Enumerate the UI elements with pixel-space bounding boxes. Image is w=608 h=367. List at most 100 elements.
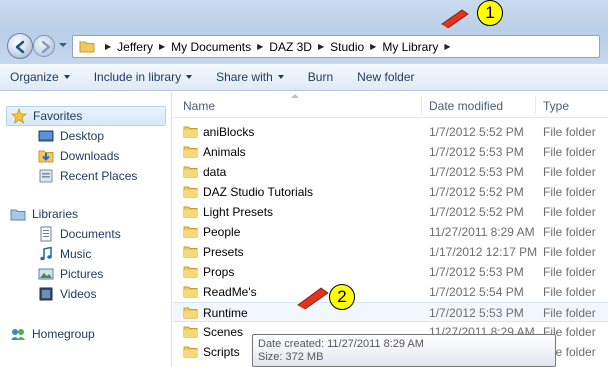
share-label: Share with bbox=[216, 70, 273, 84]
chevron-right-icon[interactable]: ▶ bbox=[159, 42, 165, 51]
folder-icon bbox=[183, 166, 198, 178]
command-bar: Organize Include in library Share with B… bbox=[0, 64, 608, 91]
nav-videos-label: Videos bbox=[60, 287, 97, 301]
navigation-pane: Favorites Desktop Downloads Recent Place… bbox=[0, 92, 172, 367]
share-with-button[interactable]: Share with bbox=[216, 70, 284, 84]
folder-icon bbox=[183, 307, 198, 319]
breadcrumb-daz-3d[interactable]: DAZ 3D bbox=[269, 40, 312, 54]
sort-ascending-icon bbox=[291, 94, 299, 98]
caret-down-icon bbox=[277, 75, 284, 79]
recent-pages-dropdown[interactable] bbox=[59, 43, 67, 47]
arrow-right-icon bbox=[41, 40, 51, 54]
downloads-icon bbox=[38, 150, 54, 163]
file-name: Animals bbox=[203, 145, 246, 159]
new-folder-label: New folder bbox=[357, 70, 415, 84]
burn-label: Burn bbox=[307, 70, 334, 84]
nav-homegroup-label: Homegroup bbox=[32, 327, 95, 341]
nav-libraries[interactable]: Libraries bbox=[10, 204, 78, 224]
folder-icon bbox=[183, 126, 198, 138]
nav-homegroup[interactable]: Homegroup bbox=[10, 324, 95, 344]
window-titlebar: ▶ Jeffery ▶ My Documents ▶ DAZ 3D ▶ Stud… bbox=[0, 0, 608, 64]
chevron-right-icon[interactable]: ▶ bbox=[444, 42, 450, 51]
nav-music[interactable]: Music bbox=[38, 244, 91, 264]
address-bar[interactable]: ▶ Jeffery ▶ My Documents ▶ DAZ 3D ▶ Stud… bbox=[72, 35, 600, 58]
column-divider[interactable] bbox=[421, 96, 422, 114]
nav-desktop[interactable]: Desktop bbox=[38, 126, 104, 146]
file-name: People bbox=[203, 225, 241, 239]
file-row[interactable]: Light Presets 1/7/2012 5:52 PM File folder bbox=[173, 202, 608, 222]
file-date-modified: 1/17/2012 12:17 PM bbox=[429, 245, 538, 259]
nav-libraries-label: Libraries bbox=[32, 207, 79, 221]
chevron-right-icon[interactable]: ▶ bbox=[105, 42, 111, 51]
folder-icon bbox=[183, 266, 198, 278]
burn-button[interactable]: Burn bbox=[308, 70, 333, 84]
file-type: File folder bbox=[543, 245, 596, 259]
pictures-icon bbox=[38, 268, 54, 280]
pencil-icon bbox=[297, 287, 329, 309]
file-row[interactable]: data 1/7/2012 5:53 PM File folder bbox=[173, 162, 608, 182]
libraries-icon bbox=[10, 209, 26, 221]
back-button[interactable] bbox=[7, 33, 33, 59]
callout-2: 2 bbox=[329, 284, 355, 310]
folder-icon bbox=[183, 346, 198, 358]
music-icon bbox=[40, 246, 52, 261]
include-label: Include in library bbox=[93, 70, 182, 84]
file-name: Light Presets bbox=[203, 205, 274, 219]
file-row[interactable]: ReadMe's 1/7/2012 5:54 PM File folder bbox=[173, 282, 608, 302]
chevron-right-icon[interactable]: ▶ bbox=[257, 42, 263, 51]
breadcrumb-my-library[interactable]: My Library bbox=[382, 40, 438, 54]
caret-down-icon bbox=[186, 75, 193, 79]
nav-recent-label: Recent Places bbox=[60, 169, 138, 183]
file-type: File folder bbox=[543, 165, 596, 179]
file-row[interactable]: Presets 1/17/2012 12:17 PM File folder bbox=[173, 242, 608, 262]
nav-recent-places[interactable]: Recent Places bbox=[38, 166, 137, 186]
tooltip-size: Size: 372 MB bbox=[258, 351, 324, 363]
breadcrumb-studio[interactable]: Studio bbox=[330, 40, 364, 54]
file-name: Props bbox=[203, 265, 235, 279]
breadcrumb-jeffery[interactable]: Jeffery bbox=[117, 40, 153, 54]
file-date-modified: 1/7/2012 5:53 PM bbox=[429, 265, 524, 279]
organize-button[interactable]: Organize bbox=[10, 70, 70, 84]
file-row[interactable]: DAZ Studio Tutorials 1/7/2012 5:52 PM File… bbox=[173, 182, 608, 202]
arrow-left-icon bbox=[15, 40, 25, 54]
chevron-right-icon[interactable]: ▶ bbox=[318, 42, 324, 51]
folder-icon bbox=[183, 246, 198, 258]
folder-info-tooltip: Date created: 11/27/2011 8:29 AM Size: 3… bbox=[252, 334, 556, 367]
nav-downloads-label: Downloads bbox=[60, 149, 120, 163]
column-date-modified[interactable]: Date modified bbox=[429, 99, 503, 113]
file-row[interactable]: Runtime 1/7/2012 5:53 PM File folder bbox=[173, 302, 608, 322]
nav-pictures[interactable]: Pictures bbox=[38, 264, 103, 284]
chevron-right-icon[interactable]: ▶ bbox=[370, 42, 376, 51]
recent-places-icon bbox=[39, 169, 53, 183]
nav-downloads[interactable]: Downloads bbox=[38, 146, 119, 166]
new-folder-button[interactable]: New folder bbox=[357, 70, 414, 84]
nav-documents-label: Documents bbox=[60, 227, 121, 241]
column-divider[interactable] bbox=[535, 96, 536, 114]
file-type: File folder bbox=[543, 265, 596, 279]
file-row[interactable]: People 11/27/2011 8:29 AM File folder bbox=[173, 222, 608, 242]
file-row[interactable]: aniBlocks 1/7/2012 5:52 PM File folder bbox=[173, 122, 608, 142]
callout-1: 1 bbox=[477, 0, 503, 26]
file-type: File folder bbox=[543, 205, 596, 219]
file-date-modified: 1/7/2012 5:53 PM bbox=[429, 165, 524, 179]
documents-icon bbox=[40, 226, 52, 242]
file-date-modified: 1/7/2012 5:52 PM bbox=[429, 125, 524, 139]
file-type: File folder bbox=[543, 285, 596, 299]
homegroup-icon bbox=[11, 329, 25, 340]
nav-videos[interactable]: Videos bbox=[38, 284, 96, 304]
folder-icon bbox=[183, 206, 198, 218]
breadcrumb: ▶ Jeffery ▶ My Documents ▶ DAZ 3D ▶ Stud… bbox=[99, 40, 457, 54]
file-name: DAZ Studio Tutorials bbox=[203, 185, 314, 199]
column-name[interactable]: Name bbox=[183, 99, 215, 113]
file-name: Scripts bbox=[203, 345, 240, 359]
file-row[interactable]: Props 1/7/2012 5:53 PM File folder bbox=[173, 262, 608, 282]
column-type[interactable]: Type bbox=[543, 99, 569, 113]
file-name: Presets bbox=[203, 245, 244, 259]
include-in-library-button[interactable]: Include in library bbox=[93, 70, 193, 84]
nav-documents[interactable]: Documents bbox=[38, 224, 121, 244]
file-type: File folder bbox=[543, 225, 596, 239]
nav-favorites[interactable]: Favorites bbox=[6, 106, 166, 126]
breadcrumb-my-documents[interactable]: My Documents bbox=[171, 40, 251, 54]
file-row[interactable]: Animals 1/7/2012 5:53 PM File folder bbox=[173, 142, 608, 162]
forward-button[interactable] bbox=[33, 35, 55, 57]
